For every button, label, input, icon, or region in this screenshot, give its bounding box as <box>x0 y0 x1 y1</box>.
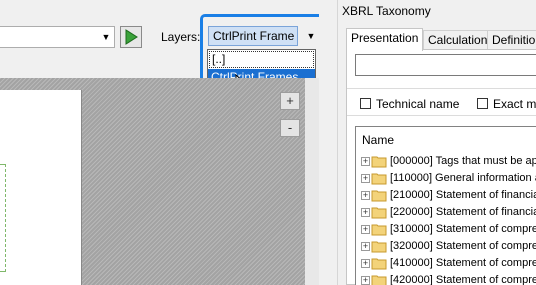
xbrl-taxonomy-panel: XBRL Taxonomy Presentation Calculation D… <box>338 0 536 285</box>
folder-icon <box>371 224 387 236</box>
tree-row[interactable]: + [420000] Statement of compre <box>361 272 536 285</box>
expand-plus-icon[interactable]: + <box>361 191 370 200</box>
page-canvas[interactable]: + - <box>0 78 305 285</box>
tree-row-label: [410000] Statement of compre <box>390 257 536 269</box>
expand-plus-icon[interactable]: + <box>361 157 370 166</box>
chevron-down-icon[interactable]: ▼ <box>304 29 318 43</box>
folder-icon <box>371 207 387 219</box>
tree-row-label: [210000] Statement of financia <box>390 189 536 201</box>
folder-icon <box>371 258 387 270</box>
exact-match-checkbox[interactable] <box>477 98 488 109</box>
tree-row[interactable]: + [210000] Statement of financia <box>361 187 536 204</box>
play-button[interactable] <box>120 26 142 48</box>
expand-plus-icon[interactable]: + <box>361 208 370 217</box>
tree-row[interactable]: + [000000] Tags that must be ap <box>361 153 536 170</box>
layers-label: Layers: <box>161 30 201 44</box>
tree-row-label: [420000] Statement of compre <box>390 274 536 285</box>
panel-splitter[interactable] <box>319 0 338 285</box>
play-icon <box>125 29 138 45</box>
chevron-down-icon[interactable]: ▼ <box>100 30 112 44</box>
folder-icon <box>371 275 387 285</box>
tree-row-label: [310000] Statement of compre <box>390 223 536 235</box>
toolbar: ▼ Layers: CtrlPrint Frame ▼ [..] CtrlPri… <box>0 0 331 101</box>
tab-calculation[interactable]: Calculation <box>423 30 493 50</box>
tree-row[interactable]: + [410000] Statement of compre <box>361 255 536 272</box>
tree-row[interactable]: + [110000] General information a <box>361 170 536 187</box>
tree-row-label: [320000] Statement of compre <box>390 240 536 252</box>
expand-plus-icon[interactable]: + <box>361 259 370 268</box>
zoom-in-button[interactable]: + <box>280 92 300 110</box>
folder-icon <box>371 190 387 202</box>
taxonomy-tree: Name + [000000] Tags that must be ap + [… <box>355 126 536 285</box>
tree-row[interactable]: + [310000] Statement of compre <box>361 221 536 238</box>
expand-plus-icon[interactable]: + <box>361 225 370 234</box>
tree-row-label: [000000] Tags that must be ap <box>390 155 536 167</box>
tab-presentation[interactable]: Presentation <box>346 28 424 51</box>
expand-plus-icon[interactable]: + <box>361 276 370 285</box>
folder-icon <box>371 241 387 253</box>
document-combo[interactable]: ▼ <box>0 26 115 48</box>
layers-select[interactable]: CtrlPrint Frame <box>208 26 298 46</box>
zoom-out-button[interactable]: - <box>280 119 300 137</box>
folder-icon <box>371 156 387 168</box>
technical-name-label: Technical name <box>376 97 460 111</box>
expand-plus-icon[interactable]: + <box>361 174 370 183</box>
tree-row[interactable]: + [320000] Statement of compre <box>361 238 536 255</box>
expand-plus-icon[interactable]: + <box>361 242 370 251</box>
panel-title: XBRL Taxonomy <box>342 4 431 18</box>
tree-row[interactable]: + [220000] Statement of financia <box>361 204 536 221</box>
frame-outline[interactable] <box>0 164 6 272</box>
technical-name-checkbox[interactable] <box>360 98 371 109</box>
search-input[interactable] <box>355 54 536 76</box>
tree-column-header[interactable]: Name <box>362 133 394 147</box>
app-window: ▼ Layers: CtrlPrint Frame ▼ [..] CtrlPri… <box>0 0 536 285</box>
tree-row-label: [110000] General information a <box>390 172 536 184</box>
presentation-tab-body: Technical name Exact matc Name + [000000… <box>346 49 536 285</box>
canvas-scrollbar[interactable] <box>305 78 319 285</box>
folder-icon <box>371 173 387 185</box>
dropdown-option-parent[interactable]: [..] <box>209 51 314 68</box>
tree-row-label: [220000] Statement of financia <box>390 206 536 218</box>
exact-match-label: Exact matc <box>493 97 536 111</box>
tab-definition[interactable]: Definition <box>487 30 536 50</box>
tab-strip: Presentation Calculation Definition <box>346 28 536 51</box>
search-options: Technical name Exact matc <box>347 88 536 116</box>
page-sheet <box>0 90 82 285</box>
